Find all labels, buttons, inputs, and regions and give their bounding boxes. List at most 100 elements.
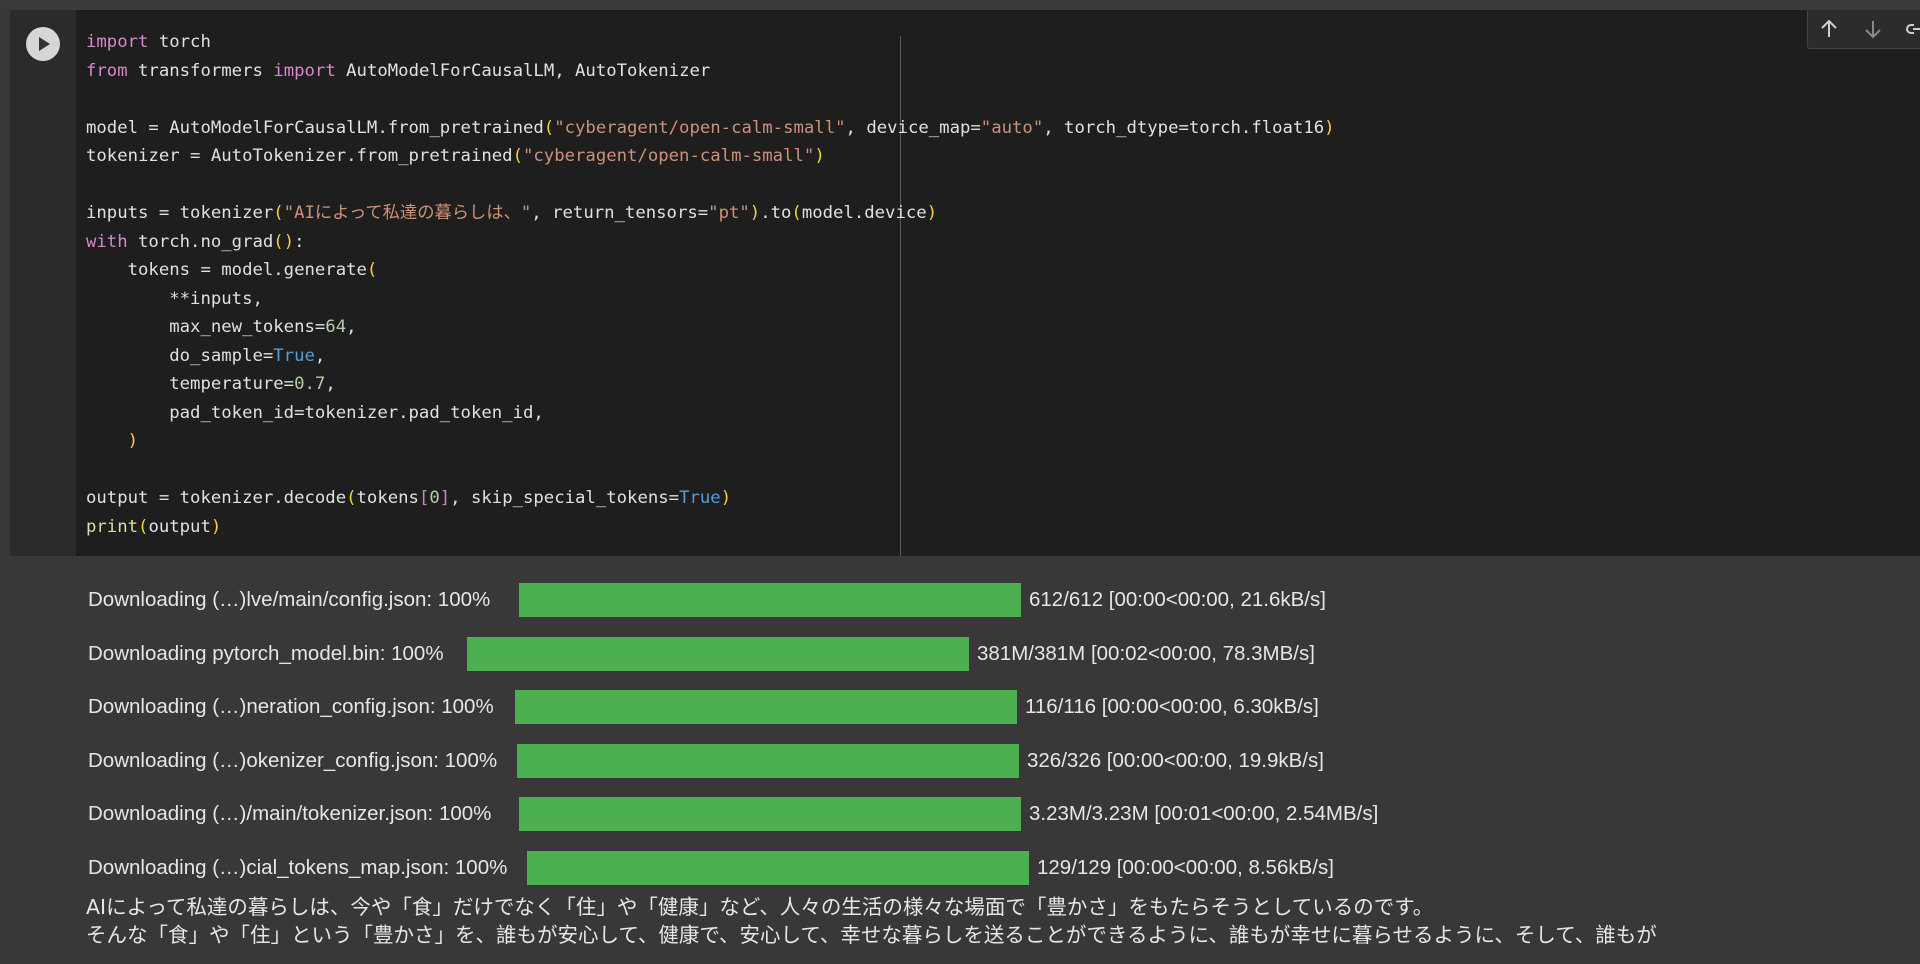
- code-token: import: [273, 60, 336, 81]
- code-token: tokens = model.generate: [86, 260, 367, 280]
- code-token: torch.no_grad: [127, 231, 274, 252]
- generated-text-line: そんな「食」や「住」という「豊かさ」を、誰もが安心して、健康で、安心して、幸せな…: [86, 923, 1657, 947]
- code-token: import: [86, 32, 149, 52]
- code-token: temperature=: [86, 374, 295, 394]
- code-token: ,: [346, 317, 357, 337]
- progress-bar: [515, 690, 1017, 724]
- download-stats: 326/326 [00:00<00:00, 19.9kB/s]: [1027, 749, 1324, 772]
- play-icon: [39, 37, 50, 51]
- top-strip: [0, 0, 1920, 10]
- code-line: output = tokenizer.decode(tokens[0], ski…: [86, 484, 731, 512]
- code-line: max_new_tokens=64,: [86, 313, 357, 341]
- code-token: print: [86, 516, 139, 537]
- code-token: AutoModelForCausalLM, AutoTokenizer: [335, 60, 711, 81]
- download-progress-row: Downloading (…)lve/main/config.json: 100…: [88, 582, 1588, 618]
- download-progress-row: Downloading (…)/main/tokenizer.json: 100…: [88, 796, 1588, 832]
- code-token: max_new_tokens=: [86, 317, 326, 337]
- code-token: output = tokenizer.decode: [86, 488, 347, 508]
- code-line: temperature=0.7,: [86, 370, 336, 398]
- download-stats: 129/129 [00:00<00:00, 8.56kB/s]: [1037, 856, 1334, 879]
- code-token: model = AutoModelForCausalLM.from_pretra…: [86, 117, 544, 138]
- progress-bar: [467, 637, 969, 671]
- move-cell-up-button[interactable]: [1812, 12, 1846, 46]
- code-token: "cyberagent/open-calm-small": [522, 146, 815, 166]
- download-label: Downloading (…)cial_tokens_map.json: 100…: [88, 856, 508, 879]
- code-token: (: [273, 203, 284, 223]
- cell-output: Downloading (…)lve/main/config.json: 100…: [0, 556, 1920, 964]
- download-stats: 116/116 [00:00<00:00, 6.30kB/s]: [1025, 695, 1319, 718]
- progress-bar: [527, 851, 1029, 885]
- move-cell-down-button[interactable]: [1856, 12, 1890, 46]
- code-line: tokens = model.generate(: [86, 256, 378, 284]
- code-token: , skip_special_tokens=: [450, 488, 680, 508]
- code-token: 0.7: [294, 374, 326, 394]
- run-cell-button[interactable]: [26, 27, 60, 61]
- download-label: Downloading (…)neration_config.json: 100…: [88, 695, 494, 718]
- code-token: (: [138, 516, 149, 537]
- progress-bar: [519, 797, 1021, 831]
- code-token: torch: [148, 32, 211, 52]
- code-token: model.device: [801, 203, 927, 223]
- code-token: ): [210, 516, 222, 537]
- code-token: ,: [325, 374, 336, 394]
- code-token: , return_tensors=: [531, 203, 709, 223]
- code-token: ): [127, 431, 139, 451]
- code-token: "AIによって私達の暮らしは、": [283, 203, 532, 223]
- code-token: "pt": [708, 203, 750, 223]
- progress-bar-fill: [519, 797, 1021, 831]
- code-token: ): [720, 488, 732, 508]
- progress-bar-fill: [527, 851, 1029, 885]
- progress-bar-fill: [519, 583, 1021, 617]
- code-line: with torch.no_grad():: [86, 228, 305, 256]
- download-label: Downloading (…)lve/main/config.json: 100…: [88, 588, 491, 611]
- code-token: ): [926, 203, 938, 223]
- download-label: Downloading pytorch_model.bin: 100%: [88, 642, 444, 665]
- code-line: import torch: [86, 28, 211, 56]
- download-stats: 612/612 [00:00<00:00, 21.6kB/s]: [1029, 588, 1326, 611]
- code-token: True: [273, 345, 315, 366]
- code-token: with: [86, 231, 128, 252]
- download-progress-row: Downloading (…)okenizer_config.json: 100…: [88, 743, 1588, 779]
- code-token: (: [791, 203, 802, 223]
- code-cell[interactable]: import torch from transformers import Aut…: [10, 10, 1920, 556]
- code-token: (): [273, 231, 295, 252]
- code-token: output: [148, 516, 211, 537]
- code-token: , torch_dtype=torch.float16: [1043, 117, 1325, 138]
- code-line: inputs = tokenizer("AIによって私達の暮らしは、", ret…: [86, 199, 937, 227]
- copy-link-button[interactable]: [1900, 12, 1920, 46]
- code-token: ): [749, 203, 761, 223]
- download-progress-row: Downloading (…)neration_config.json: 100…: [88, 689, 1588, 725]
- code-token: "cyberagent/open-calm-small": [554, 117, 846, 138]
- download-label: Downloading (…)/main/tokenizer.json: 100…: [88, 802, 492, 825]
- code-line: **inputs,: [86, 285, 263, 313]
- notebook-page: import torch from transformers import Aut…: [0, 0, 1920, 964]
- link-icon: [1906, 24, 1920, 34]
- code-token: 0: [429, 488, 440, 508]
- code-line: pad_token_id=tokenizer.pad_token_id,: [86, 399, 544, 427]
- code-token: [: [418, 488, 430, 508]
- code-token: (: [346, 488, 357, 508]
- code-token: (: [366, 260, 378, 280]
- code-line: model = AutoModelForCausalLM.from_pretra…: [86, 114, 1335, 142]
- code-token: inputs = tokenizer: [86, 203, 274, 223]
- download-progress-row: Downloading (…)cial_tokens_map.json: 100…: [88, 850, 1588, 886]
- code-token: ): [1324, 117, 1335, 138]
- download-progress-row: Downloading pytorch_model.bin: 100% 381M/…: [88, 636, 1588, 672]
- code-line: tokenizer = AutoTokenizer.from_pretraine…: [86, 142, 825, 170]
- code-token: from: [86, 60, 128, 81]
- code-token: transformers: [127, 60, 274, 81]
- code-line: do_sample=True,: [86, 342, 325, 370]
- progress-bar: [517, 744, 1019, 778]
- arrow-down-icon: [1865, 21, 1881, 39]
- cell-toolbar: [1807, 10, 1920, 49]
- code-token: True: [679, 488, 721, 508]
- code-editor[interactable]: import torch from transformers import Aut…: [86, 28, 1906, 548]
- progress-bar: [519, 583, 1021, 617]
- code-token: ,: [314, 345, 326, 366]
- arrow-up-icon: [1821, 19, 1837, 37]
- code-token: :: [294, 231, 305, 252]
- download-stats: 381M/381M [00:02<00:00, 78.3MB/s]: [977, 642, 1315, 665]
- code-line: print(output): [86, 513, 221, 541]
- generated-text-line: AIによって私達の暮らしは、今や「食」だけでなく「住」や「健康」など、人々の生活…: [86, 895, 1434, 919]
